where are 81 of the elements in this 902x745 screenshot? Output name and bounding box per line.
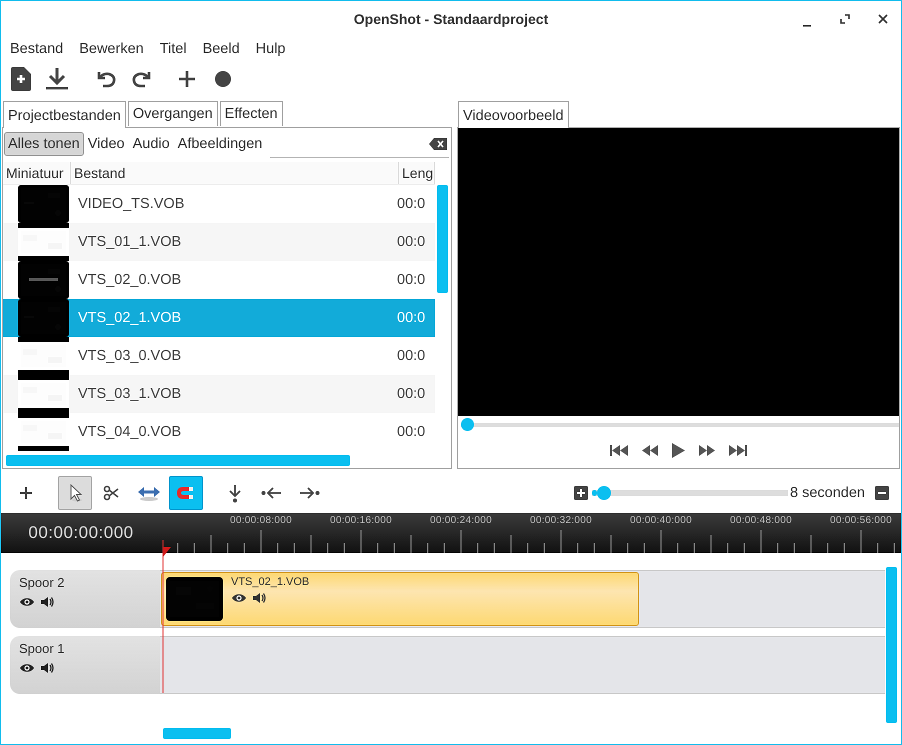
file-row[interactable]: VTS_03_1.VOB 00:0 [3,375,435,413]
tab[interactable]: Overgangen [128,101,218,126]
skip-back-icon[interactable] [610,444,628,456]
file-length: 00:0 [397,348,426,364]
filter-button[interactable]: Afbeeldingen [174,132,266,156]
eye-icon[interactable] [19,597,35,607]
scrollbar[interactable] [6,455,350,466]
ruler-label: 00:00:32:000 [530,515,592,526]
tab[interactable]: Videovoorbeeld [458,101,569,128]
slider-handle[interactable] [461,418,474,432]
menu-item[interactable]: Bestand [2,41,72,57]
minimize-icon [803,25,811,27]
scrollbar[interactable] [437,185,448,293]
ruler-label: 00:00:24:000 [430,515,492,526]
track-header[interactable]: Spoor 2 [10,570,160,628]
file-name: VIDEO_TS.VOB [78,196,186,212]
slider-handle[interactable] [597,486,612,500]
track-name: Spoor 2 [19,575,66,590]
tab[interactable]: Effecten [220,101,283,126]
clear-icon[interactable] [429,138,447,150]
eye-icon[interactable] [19,663,35,673]
filter-button[interactable]: Alles tonen [4,132,84,156]
file-length: 00:0 [397,310,426,326]
speaker-icon[interactable] [40,596,54,608]
file-name: VTS_02_0.VOB [78,272,182,288]
file-row[interactable]: VTS_01_1.VOB 00:0 [3,223,435,261]
window-title: OpenShot - Standaardproject [354,11,548,27]
column-header[interactable]: Leng [399,162,435,184]
file-length: 00:0 [397,196,426,212]
snap-tool-button[interactable] [169,476,203,510]
scrollbar[interactable] [163,728,231,739]
filter-button[interactable]: Audio [128,132,174,156]
seek-slider[interactable] [461,418,899,432]
plus-icon[interactable] [178,70,196,88]
menu-item[interactable]: Titel [152,41,195,57]
file-name: VTS_02_1.VOB [78,310,182,326]
file-name: VTS_03_1.VOB [78,386,182,402]
ruler-label: 00:00:48:000 [730,515,792,526]
play-icon[interactable] [672,442,685,458]
track-name: Spoor 1 [19,641,66,656]
ruler-label: 00:00:56:000 [830,515,892,526]
fast-forward-icon[interactable] [699,444,715,456]
file-length: 00:0 [397,272,426,288]
column-header[interactable]: Miniatuur [3,162,71,184]
redo-icon[interactable] [130,69,152,89]
rewind-icon[interactable] [642,444,658,456]
close-icon [878,14,888,24]
new-file-icon[interactable] [11,67,31,91]
zoom-in-icon[interactable] [574,486,588,500]
maximize-icon [840,14,850,24]
download-icon[interactable] [46,67,68,91]
pointer-tool-button[interactable] [58,476,92,510]
tab[interactable]: Projectbestanden [3,101,126,128]
file-name: VTS_01_1.VOB [78,234,182,250]
file-name: VTS_04_0.VOB [78,424,182,440]
menu-item[interactable]: Hulp [248,41,294,57]
timecode: 00:00:00:000 [27,522,135,544]
zoom-out-icon[interactable] [875,486,889,500]
ruler-label: 00:00:08:000 [230,515,292,526]
playhead[interactable] [160,540,172,693]
scrollbar[interactable] [886,567,897,723]
eye-icon[interactable] [231,593,247,603]
speaker-icon[interactable] [252,592,266,604]
ruler-label: 00:00:16:000 [330,515,392,526]
speaker-icon[interactable] [40,662,54,674]
file-length: 00:0 [397,234,426,250]
zoom-label: 8 seconden [790,485,865,501]
track-header[interactable]: Spoor 1 [10,636,160,694]
filter-button[interactable]: Video [84,132,129,156]
record-icon[interactable] [215,71,231,87]
file-length: 00:0 [397,386,426,402]
file-name: VTS_03_0.VOB [78,348,182,364]
undo-icon[interactable] [96,69,118,89]
timeline-clip[interactable]: VTS_02_1.VOB [161,572,639,626]
menu-item[interactable]: Bewerken [71,41,152,57]
ruler-label: 00:00:40:000 [630,515,692,526]
column-header[interactable]: Bestand [71,162,399,184]
clip-name: VTS_02_1.VOB [231,576,310,588]
menu-item[interactable]: Beeld [194,41,248,57]
file-length: 00:0 [397,424,426,440]
skip-forward-icon[interactable] [729,444,747,456]
